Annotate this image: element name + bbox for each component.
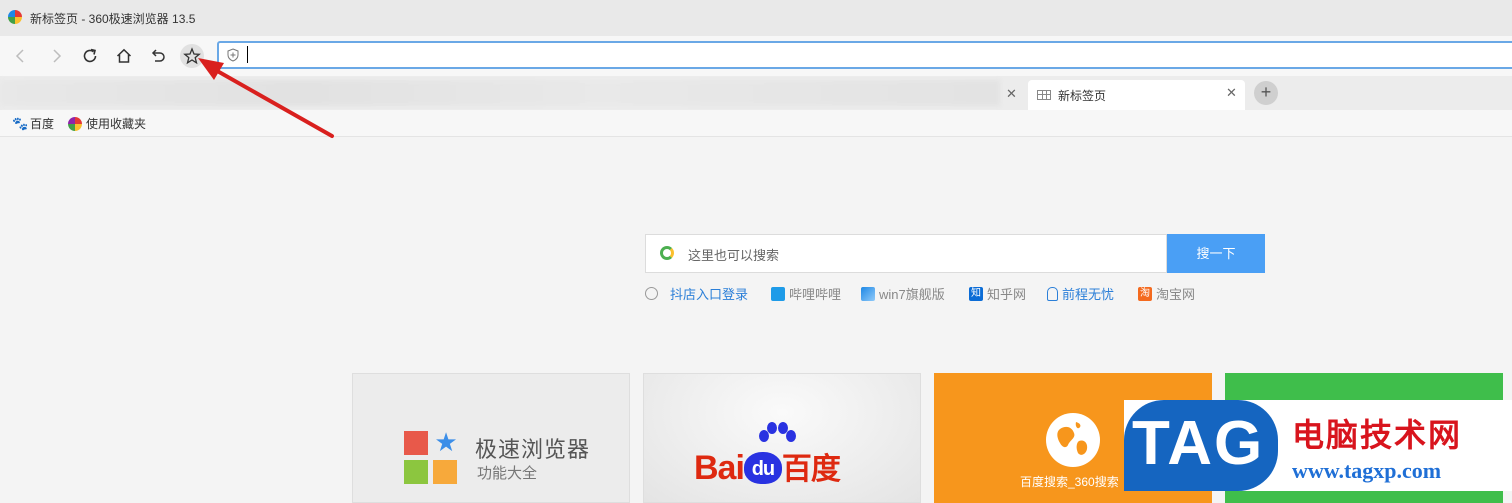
text-caret	[247, 46, 248, 63]
bookmark-label: 百度	[30, 117, 55, 131]
navigation-bar	[0, 36, 1512, 76]
browser-logo-icon	[8, 10, 22, 24]
win7-icon	[861, 286, 875, 301]
reload-button[interactable]	[78, 44, 102, 68]
close-tab-icon[interactable]: ✕	[1006, 86, 1017, 102]
quick-link-taobao[interactable]: 淘 淘宝网	[1138, 284, 1195, 303]
baidu-paw-icon: 🐾	[12, 115, 29, 131]
close-icon[interactable]: ✕	[1226, 85, 1237, 101]
search-button[interactable]: 搜一下	[1167, 234, 1265, 273]
hand-icon	[1047, 286, 1058, 301]
tab-bar: ✕ 新标签页 ✕ +	[0, 76, 1512, 110]
360-logo-icon	[68, 116, 82, 131]
tile-title: 极速浏览器	[475, 437, 591, 462]
quick-link-51job[interactable]: 前程无忧	[1047, 284, 1114, 303]
settings-icon	[645, 287, 658, 300]
bookmark-baidu[interactable]: 🐾 百度	[12, 115, 54, 132]
undo-icon	[151, 49, 165, 62]
tab-new-tab[interactable]: 新标签页 ✕	[1028, 80, 1245, 110]
watermark-logo: TAG 电脑技术网 www.tagxp.com	[1124, 400, 1512, 491]
title-bar: 新标签页 - 360极速浏览器 13.5	[0, 0, 1512, 36]
green-square-icon	[404, 460, 428, 484]
speed-dial-tile-browser-features[interactable]: ★ 极速浏览器 功能大全	[352, 373, 630, 503]
new-tab-button[interactable]: +	[1254, 81, 1278, 105]
tag-badge-text: TAG	[1132, 409, 1265, 478]
tile-label: 百度搜索_360搜索	[1020, 475, 1119, 489]
bilibili-icon	[771, 286, 785, 301]
watermark-url: www.tagxp.com	[1292, 458, 1442, 483]
back-button[interactable]	[9, 44, 33, 68]
bookmarks-bar: 🐾 百度 使用收藏夹	[0, 110, 1512, 137]
bookmark-label: 使用收藏夹	[86, 117, 147, 131]
globe-shape	[1057, 422, 1088, 455]
zhihu-icon: 知	[969, 286, 983, 301]
quick-link-zhihu[interactable]: 知 知乎网	[969, 284, 1026, 303]
star-icon	[183, 47, 201, 65]
star-icon: ★	[434, 427, 458, 457]
reload-icon	[83, 48, 97, 63]
tile-subtitle: 功能大全	[477, 465, 538, 482]
bookmark-use-favorites[interactable]: 使用收藏夹	[68, 115, 146, 132]
chevron-left-icon	[15, 49, 24, 63]
home-button[interactable]	[112, 44, 136, 68]
undo-close-tab-button[interactable]	[146, 44, 170, 68]
window-title: 新标签页 - 360极速浏览器 13.5	[30, 12, 196, 26]
grid-icon	[1037, 90, 1051, 100]
baidu-logo: Bai du 百度	[694, 449, 841, 487]
home-icon	[116, 48, 132, 63]
address-bar[interactable]	[217, 41, 1512, 69]
address-input[interactable]	[247, 45, 1451, 67]
quick-link-doudian[interactable]: 抖店入口登录	[645, 284, 748, 303]
search-engine-icon	[660, 246, 674, 260]
tab-label: 新标签页	[1058, 89, 1107, 103]
quick-link-win7[interactable]: win7旗舰版	[861, 284, 945, 303]
chevron-right-icon	[53, 49, 62, 63]
red-square-icon	[404, 431, 428, 455]
search-area: 搜一下	[645, 234, 1265, 273]
favorite-star-button[interactable]	[180, 44, 204, 68]
taobao-icon: 淘	[1138, 286, 1152, 301]
forward-button[interactable]	[44, 44, 68, 68]
shield-icon[interactable]	[226, 48, 240, 62]
search-input[interactable]	[686, 243, 1150, 267]
quick-link-bilibili[interactable]: 哔哩哔哩	[771, 284, 841, 303]
tag-badge: TAG	[1124, 400, 1278, 491]
search-box[interactable]	[645, 234, 1167, 273]
speed-dial-tile-baidu[interactable]: Bai du 百度	[643, 373, 921, 503]
globe-icon	[1046, 413, 1100, 467]
orange-square-icon	[433, 460, 457, 484]
watermark-site-name: 电脑技术网	[1292, 417, 1463, 453]
blurred-tabs	[0, 80, 1000, 106]
